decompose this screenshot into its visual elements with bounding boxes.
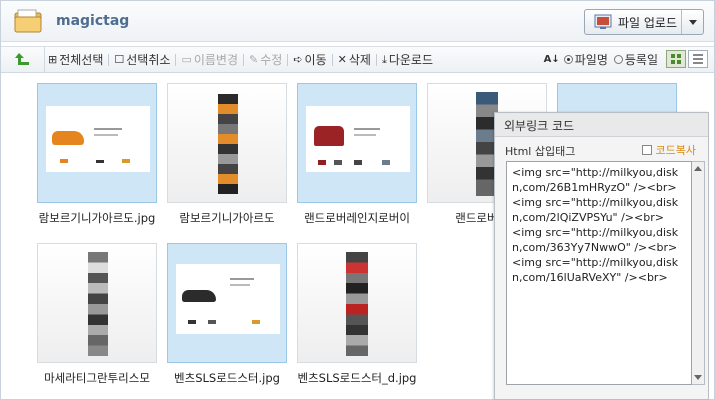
sort-icon: A↓	[543, 53, 560, 65]
file-name: 랜드로버레인지로버이	[304, 211, 410, 225]
divider	[243, 53, 245, 66]
file-item[interactable]: 벤츠SLS로드스터_d.jpg	[297, 243, 417, 386]
divider	[287, 53, 289, 66]
code-textarea[interactable]: <img src="http://milkyou,diskn,com/26B1m…	[506, 161, 692, 385]
download-icon: ⤓	[381, 52, 387, 66]
edit-button[interactable]: ✎ 수정	[246, 51, 285, 68]
copy-code-button[interactable]: 코드복사	[641, 142, 696, 158]
radio-off-icon	[613, 54, 623, 64]
file-name: 람보르기니가아르도.jpg	[38, 211, 156, 225]
divider	[375, 53, 377, 66]
upload-dropdown-button[interactable]	[682, 10, 703, 34]
grid-icon: ⊞	[48, 53, 58, 66]
chevron-down-icon	[688, 19, 697, 25]
scroll-down-icon[interactable]	[694, 375, 702, 380]
upload-main[interactable]: 파일 업로드	[585, 10, 683, 34]
popup-title: 외부링크 코드	[495, 113, 708, 137]
deselect-button[interactable]: ☐ 선택취소	[111, 51, 173, 68]
square-icon: ☐	[114, 53, 125, 66]
file-name: 람보르기니가아르도	[179, 211, 275, 225]
file-thumbnail	[37, 83, 157, 203]
sort-by-filename[interactable]: 파일명	[563, 51, 608, 68]
app-title: magictag	[56, 13, 130, 29]
file-thumbnail	[297, 243, 417, 363]
upload-label: 파일 업로드	[618, 15, 678, 30]
x-icon: ✕	[337, 53, 347, 66]
file-thumbnail	[167, 243, 287, 363]
file-item[interactable]: 람보르기니가아르도	[167, 83, 287, 226]
parent-folder-button[interactable]	[1, 47, 45, 72]
list-view-icon	[693, 54, 703, 64]
popup-subtitle: Html 삽입태그	[505, 145, 576, 158]
rename-icon: ▭	[181, 53, 192, 66]
upload-icon	[594, 14, 612, 29]
select-all-button[interactable]: ⊞ 전체선택	[45, 51, 106, 68]
file-name: 벤츠SLS로드스터_d.jpg	[297, 371, 417, 385]
file-thumbnail	[37, 243, 157, 363]
toolbar: ⊞ 전체선택 ☐ 선택취소 ▭ 이름변경 ✎ 수정 ➪ 이동 ✕ 삭제 ⤓ 다운로드 A↓ 파…	[1, 46, 714, 73]
delete-button[interactable]: ✕ 삭제	[335, 51, 374, 68]
file-item[interactable]: 람보르기니가아르도.jpg	[37, 83, 157, 226]
file-item[interactable]: 마세라티그란투리스모	[37, 243, 157, 386]
thumbnail-view-button[interactable]	[666, 50, 686, 68]
divider	[175, 53, 177, 66]
upload-button[interactable]: 파일 업로드	[584, 9, 704, 35]
divider	[331, 53, 333, 66]
file-item[interactable]: 랜드로버레인지로버이	[297, 83, 417, 226]
arrow-up-icon	[14, 53, 29, 65]
divider	[108, 53, 110, 66]
header-bar: magictag 파일 업로드	[1, 1, 714, 42]
folder-icon	[14, 9, 42, 33]
radio-on-icon	[563, 54, 573, 64]
grid-view-icon	[671, 54, 681, 64]
rename-button[interactable]: ▭ 이름변경	[178, 51, 241, 68]
file-item[interactable]: 벤츠SLS로드스터.jpg	[167, 243, 287, 386]
file-name: 마세라티그란투리스모	[44, 371, 150, 385]
copy-icon	[641, 145, 652, 155]
pencil-icon: ✎	[249, 53, 259, 66]
list-view-button[interactable]	[688, 50, 708, 68]
scroll-up-icon[interactable]	[694, 166, 702, 171]
file-name: 벤츠SLS로드스터.jpg	[174, 371, 280, 385]
sort-and-view: A↓ 파일명 등록일	[544, 50, 708, 68]
move-button[interactable]: ➪ 이동	[290, 51, 329, 68]
file-thumbnail	[297, 83, 417, 203]
move-icon: ➪	[293, 53, 303, 66]
file-thumbnail	[167, 83, 287, 203]
external-link-popup: 외부링크 코드 Html 삽입태그 코드복사 <img src="http://…	[494, 112, 709, 400]
download-button[interactable]: ⤓ 다운로드	[379, 51, 436, 68]
sort-by-date[interactable]: 등록일	[613, 51, 658, 68]
code-scrollbar[interactable]	[692, 161, 705, 385]
popup-subheader: Html 삽입태그 코드복사	[495, 137, 708, 159]
